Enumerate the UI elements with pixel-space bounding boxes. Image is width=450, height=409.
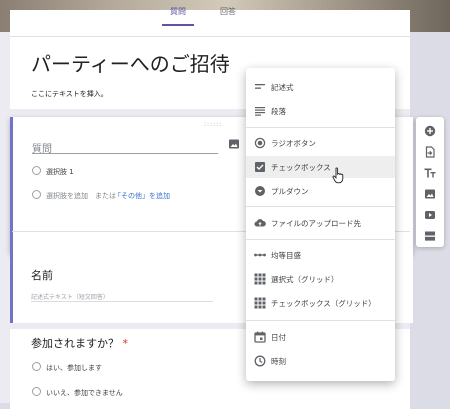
menu-divider [246,320,395,321]
add-image-icon[interactable] [424,188,436,200]
menu-item-label: チェックボックス [271,163,331,172]
add-question-icon[interactable] [424,125,436,137]
tab-questions[interactable]: 質問 [170,6,186,17]
menu-item-label: 均等目盛 [271,251,301,260]
question-title-text: 参加されますか？ [31,337,119,350]
checkbox-grid-icon [254,297,266,309]
short-answer-placeholder: 記述式テキスト（短文回答） [31,294,109,301]
checkbox-icon [255,162,265,172]
menu-item-short-answer[interactable]: 記述式 [246,76,395,98]
background [0,32,10,403]
cloud-upload-icon [254,219,266,227]
active-tab-indicator [162,24,194,26]
menu-item-label: ファイルのアップロード先 [271,219,361,228]
short-answer-icon [255,84,265,89]
menu-item-label: 日付 [271,333,286,342]
menu-item-label: プルダウン [271,187,309,196]
add-video-icon[interactable] [424,209,436,221]
dropdown-icon [255,186,265,196]
question-title[interactable]: 名前 [31,267,53,283]
hand-cursor-icon [332,167,344,184]
menu-item-multiple-choice-grid[interactable]: 選択式（グリッド） [246,268,395,290]
required-mark: * [122,337,129,350]
tab-responses[interactable]: 回答 [220,6,236,17]
menu-divider [246,206,395,207]
add-image-icon[interactable] [228,138,240,150]
menu-item-file-upload[interactable]: ファイルのアップロード先 [246,212,395,234]
menu-item-date[interactable]: 日付 [246,326,395,348]
menu-item-dropdown[interactable]: プルダウン [246,180,395,202]
option-radio [32,190,41,199]
add-section-icon[interactable] [424,230,436,242]
option-1-input[interactable]: 選択肢 1 [46,167,74,177]
option-no[interactable]: いいえ、参加できません [46,388,123,398]
menu-item-label: 選択式（グリッド） [271,275,339,284]
question-title[interactable]: 参加されますか？ * [31,335,128,351]
menu-item-label: ラジオボタン [271,139,316,148]
menu-item-checkbox-grid[interactable]: チェックボックス（グリッド） [246,292,395,314]
option-radio [32,387,41,396]
menu-item-time[interactable]: 時刻 [246,350,395,372]
option-yes[interactable]: はい、参加します [46,363,102,373]
answer-underline [31,301,213,302]
add-other-link[interactable]: 「その他」を追加 [114,191,170,201]
menu-divider [246,239,395,240]
or-text: または [95,192,116,200]
tab-bar [10,10,410,37]
form-description[interactable]: ここにテキストを挿入。 [31,89,108,99]
option-radio [32,362,41,371]
menu-item-label: 記述式 [271,83,294,92]
menu-item-radio[interactable]: ラジオボタン [246,132,395,154]
menu-item-label: チェックボックス（グリッド） [271,299,376,308]
calendar-icon [254,331,266,343]
form-title[interactable]: パーティーへのご招待 [31,48,230,77]
menu-item-checkbox[interactable]: チェックボックス [246,156,395,178]
add-title-icon[interactable] [424,167,436,179]
drag-handle-icon[interactable]: :::::: [204,121,222,128]
linear-scale-icon [254,253,266,257]
grid-icon [254,273,266,285]
option-radio [32,166,41,175]
radio-icon [254,137,266,149]
menu-divider [246,127,395,128]
import-questions-icon[interactable] [424,146,436,158]
menu-item-label: 時刻 [271,357,286,366]
paragraph-icon [255,107,265,116]
menu-item-paragraph[interactable]: 段落 [246,100,395,122]
question-title-underline [32,153,218,154]
add-option-button[interactable]: 選択肢を追加 [46,191,88,201]
menu-item-label: 段落 [271,107,286,116]
clock-icon [254,355,266,367]
menu-item-linear-scale[interactable]: 均等目盛 [246,244,395,266]
